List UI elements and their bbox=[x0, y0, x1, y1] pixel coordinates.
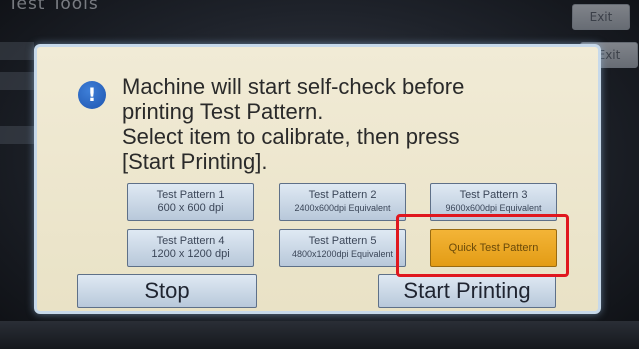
option-label: Test Pattern 2 bbox=[308, 189, 377, 201]
message-line: Select item to calibrate, then press bbox=[122, 124, 460, 149]
background-title: Test Tools bbox=[8, 0, 99, 14]
device-bezel bbox=[0, 321, 639, 349]
test-pattern-5-button[interactable]: Test Pattern 5 4800x1200dpi Equivalent bbox=[279, 229, 406, 267]
option-resolution: 600 x 600 dpi bbox=[157, 202, 224, 214]
message-line: printing Test Pattern. bbox=[122, 99, 324, 124]
background-strip bbox=[0, 72, 34, 90]
dialog-message: Machine will start self-check before pri… bbox=[122, 74, 582, 174]
start-printing-button[interactable]: Start Printing bbox=[378, 274, 556, 308]
device-photo: Test Tools Exit Exit ! Machine will star… bbox=[0, 0, 639, 349]
test-pattern-2-button[interactable]: Test Pattern 2 2400x600dpi Equivalent bbox=[279, 183, 406, 221]
stop-button[interactable]: Stop bbox=[77, 274, 257, 308]
test-pattern-4-button[interactable]: Test Pattern 4 1200 x 1200 dpi bbox=[127, 229, 254, 267]
background-strip bbox=[0, 126, 34, 144]
background-strip bbox=[0, 42, 34, 60]
info-icon: ! bbox=[78, 81, 106, 109]
option-label: Test Pattern 3 bbox=[459, 189, 528, 201]
option-label: Test Pattern 4 bbox=[156, 235, 225, 247]
message-line: Machine will start self-check before bbox=[122, 74, 465, 99]
option-resolution: 1200 x 1200 dpi bbox=[151, 248, 230, 260]
message-line: [Start Printing]. bbox=[122, 149, 268, 174]
option-label: Test Pattern 5 bbox=[308, 235, 377, 247]
option-resolution: 2400x600dpi Equivalent bbox=[294, 203, 391, 213]
option-label: Test Pattern 1 bbox=[156, 189, 225, 201]
test-pattern-1-button[interactable]: Test Pattern 1 600 x 600 dpi bbox=[127, 183, 254, 221]
option-resolution: 4800x1200dpi Equivalent bbox=[291, 249, 394, 259]
selection-highlight-box bbox=[396, 214, 569, 277]
background-exit-button[interactable]: Exit bbox=[572, 4, 630, 30]
